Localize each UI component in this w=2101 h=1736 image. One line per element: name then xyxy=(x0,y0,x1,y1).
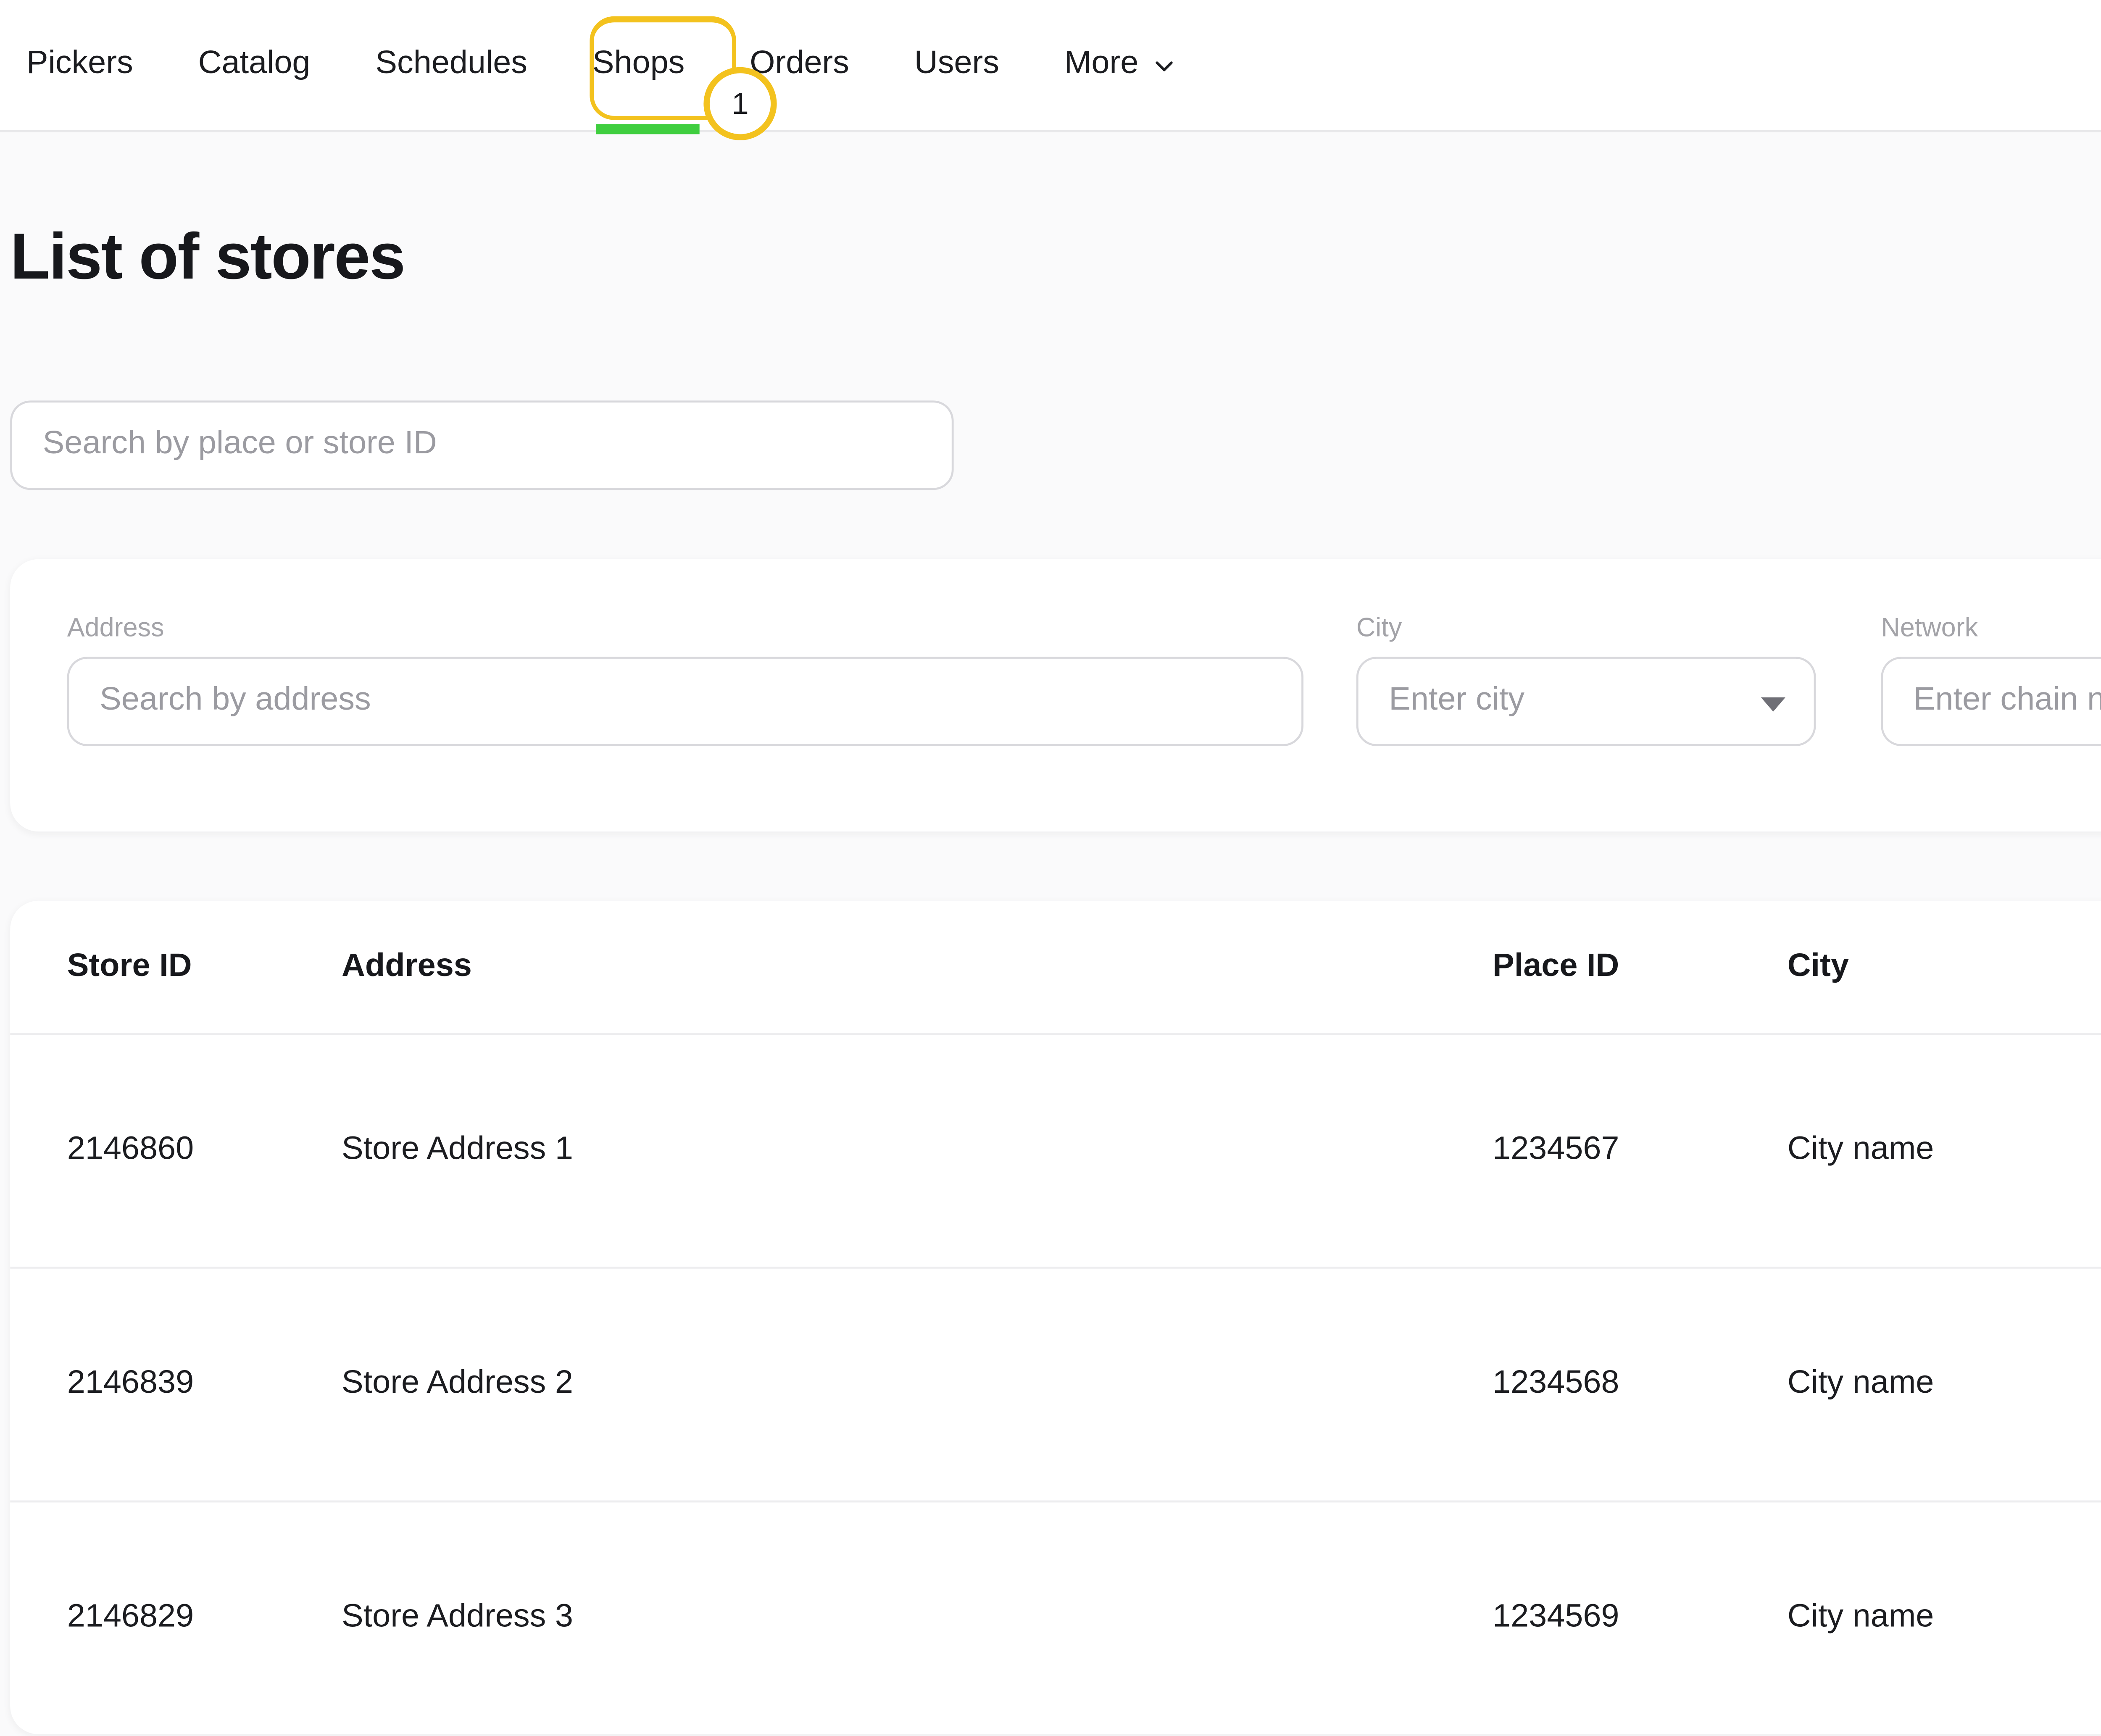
cell-address: Store Address 2 xyxy=(342,1366,1493,1403)
city-filter-placeholder: Enter city xyxy=(1389,683,1524,720)
annotation-badge-1: 1 xyxy=(703,67,777,140)
chevron-down-icon xyxy=(1151,52,1177,78)
column-header-place-id: Place ID xyxy=(1493,949,1788,985)
network-filter-placeholder: Enter chain name xyxy=(1914,683,2101,720)
cell-city: City name xyxy=(1788,1132,2101,1169)
cell-place-id: 1234569 xyxy=(1493,1600,1788,1637)
nav-item-pickers[interactable]: Pickers xyxy=(26,47,133,83)
city-filter-select[interactable]: Enter city xyxy=(1356,657,1816,746)
address-filter-input[interactable] xyxy=(67,657,1303,746)
cell-place-id: 1234567 xyxy=(1493,1132,1788,1169)
nav-item-more[interactable]: More xyxy=(1064,47,1177,83)
main-nav: Pickers Catalog Schedules Shops Orders U… xyxy=(0,47,1177,83)
active-tab-underline xyxy=(596,124,700,134)
table-header-row: Store ID Address Place ID City Network S… xyxy=(10,901,2101,1033)
table-row: 2146829 Store Address 3 1234569 City nam… xyxy=(10,1500,2101,1734)
column-header-address: Address xyxy=(342,949,1493,985)
address-filter-label: Address xyxy=(67,612,164,643)
nav-item-schedules[interactable]: Schedules xyxy=(375,47,527,83)
column-header-city: City xyxy=(1788,949,2101,985)
cell-store-id: 2146839 xyxy=(67,1366,342,1403)
cell-city: City name xyxy=(1788,1600,2101,1637)
network-filter-label: Network xyxy=(1881,612,1978,643)
nav-item-shops[interactable]: Shops xyxy=(592,47,685,83)
nav-item-users[interactable]: Users xyxy=(914,47,999,83)
cell-address: Store Address 3 xyxy=(342,1600,1493,1637)
network-filter-select[interactable]: Enter chain name xyxy=(1881,657,2101,746)
table-row: 2146860 Store Address 1 1234567 City nam… xyxy=(10,1033,2101,1267)
store-search-input[interactable] xyxy=(10,400,953,490)
nav-more-label: More xyxy=(1064,47,1138,83)
app-window: Pickers Catalog Schedules Shops Orders U… xyxy=(0,0,2101,1736)
table-body: 2146860 Store Address 1 1234567 City nam… xyxy=(10,1033,2101,1734)
column-header-store-id: Store ID xyxy=(67,949,342,985)
table-row: 2146839 Store Address 2 1234568 City nam… xyxy=(10,1267,2101,1501)
cell-store-id: 2146860 xyxy=(67,1132,342,1169)
nav-item-catalog[interactable]: Catalog xyxy=(198,47,311,83)
filters-panel: Address City Enter city Network Enter ch… xyxy=(10,559,2101,831)
dropdown-arrow-icon xyxy=(1761,697,1785,712)
top-header: Pickers Catalog Schedules Shops Orders U… xyxy=(0,0,2101,132)
page-title: List of stores xyxy=(10,220,404,295)
cell-address: Store Address 1 xyxy=(342,1132,1493,1169)
cell-place-id: 1234568 xyxy=(1493,1366,1788,1403)
cell-store-id: 2146829 xyxy=(67,1600,342,1637)
cell-city: City name xyxy=(1788,1366,2101,1403)
stores-table: Store ID Address Place ID City Network S… xyxy=(10,901,2101,1734)
city-filter-label: City xyxy=(1356,612,1402,643)
